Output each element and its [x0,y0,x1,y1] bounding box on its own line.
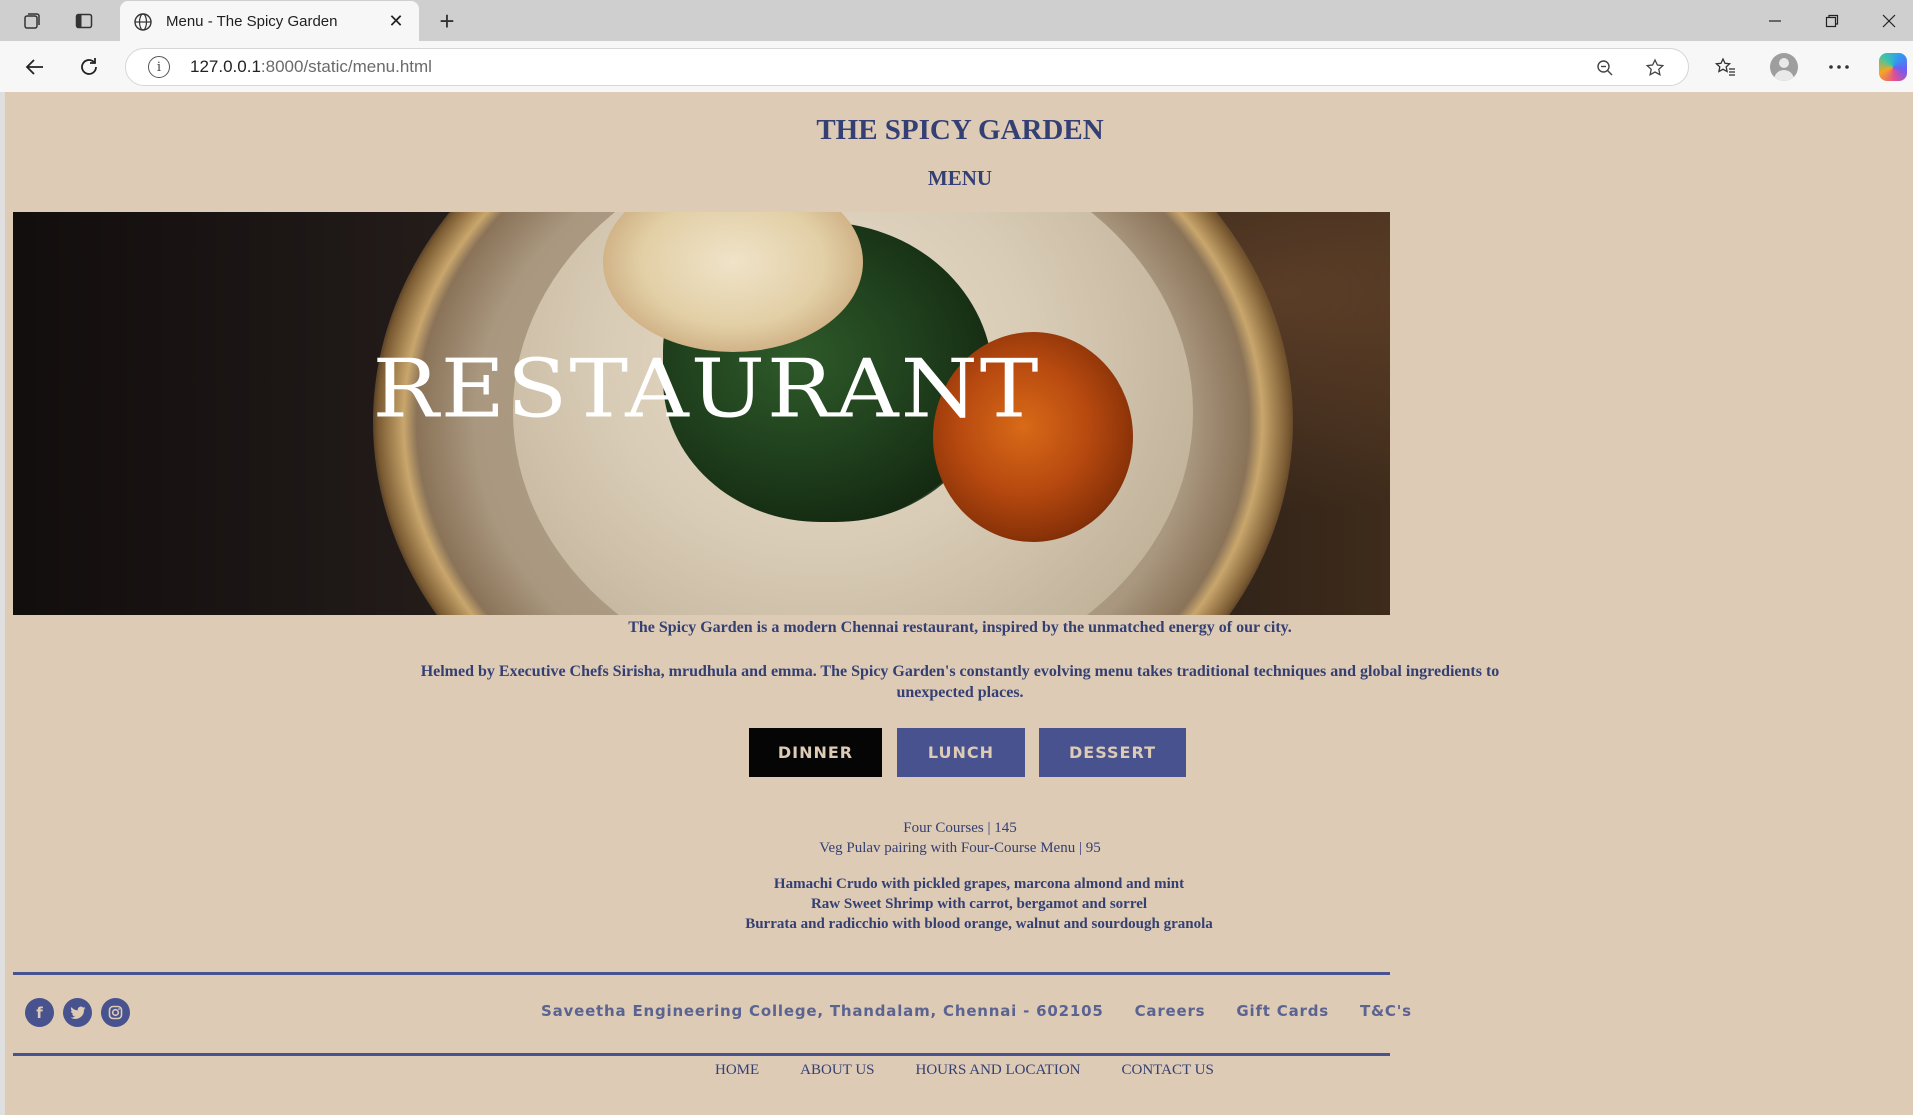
careers-link[interactable]: Careers [1135,1002,1206,1020]
favorite-star-icon[interactable] [1640,57,1670,79]
more-options-icon[interactable] [1822,51,1856,83]
terms-link[interactable]: T&C's [1360,1002,1412,1020]
url-host: 127.0.0.1 [190,57,261,76]
bottom-nav: HOME ABOUT US HOURS AND LOCATION CONTACT… [715,1062,1255,1079]
gift-cards-link[interactable]: Gift Cards [1236,1002,1329,1020]
nav-hours-link[interactable]: HOURS AND LOCATION [916,1062,1081,1079]
footer-divider-bottom [13,1053,1390,1056]
tagline: The Spicy Garden is a modern Chennai res… [628,619,1292,636]
active-tab[interactable]: Menu - The Spicy Garden ✕ [120,1,419,42]
dessert-button[interactable]: DESSERT [1039,728,1186,777]
footer-divider-top [13,972,1390,975]
workspaces-icon[interactable] [17,8,47,34]
course-line: Four Courses | 145 [903,820,1017,836]
course-line: Veg Pulav pairing with Four-Course Menu … [819,840,1101,856]
url-path: :8000/static/menu.html [260,57,432,76]
site-title: THE SPICY GARDEN [816,114,1104,146]
zoom-out-icon[interactable] [1590,57,1620,79]
favorites-icon[interactable] [1708,51,1742,83]
close-tab-icon[interactable]: ✕ [381,11,411,32]
nav-home-link[interactable]: HOME [715,1062,759,1079]
dinner-button[interactable]: DINNER [749,728,882,777]
lunch-button[interactable]: LUNCH [897,728,1025,777]
page-subtitle: MENU [927,166,993,190]
instagram-icon[interactable] [101,998,130,1027]
minimize-icon[interactable] [1752,6,1798,36]
nav-about-link[interactable]: ABOUT US [800,1062,874,1079]
new-tab-button[interactable]: + [432,6,462,36]
dish-item: Burrata and radicchio with blood orange,… [745,916,1213,932]
browser-tab-bar: Menu - The Spicy Garden ✕ + [0,0,1913,42]
close-window-icon[interactable] [1866,6,1912,36]
address-bar-row: i 127.0.0.1:8000/static/menu.html [0,41,1913,92]
site-info-icon[interactable]: i [148,56,170,78]
restore-icon[interactable] [1809,6,1855,36]
avatar-head [1779,58,1789,68]
dish-item: Raw Sweet Shrimp with carrot, bergamot a… [810,896,1148,912]
page-viewport: THE SPICY GARDEN MENU RESTAURANT The Spi… [5,92,1913,1115]
avatar-body [1774,70,1794,81]
copilot-icon[interactable] [1879,53,1907,81]
profile-avatar[interactable] [1770,53,1798,81]
dish-item: Hamachi Crudo with pickled grapes, marco… [773,876,1185,892]
course-pricing: Four Courses | 145 Veg Pulav pairing wit… [5,818,1913,858]
hero-title: RESTAURANT [372,341,1041,436]
footer-address: Saveetha Engineering College, Thandalam,… [541,1002,1104,1020]
url-text[interactable]: 127.0.0.1:8000/static/menu.html [190,57,1688,77]
hero-banner-image: RESTAURANT [13,212,1390,615]
vertical-tabs-icon[interactable] [69,8,99,34]
footer-links: Saveetha Engineering College, Thandalam,… [541,1002,1443,1020]
twitter-icon[interactable] [63,998,92,1027]
about-text: Helmed by Executive Chefs Sirisha, mrudh… [420,663,1500,701]
globe-icon [132,11,154,33]
nav-contact-link[interactable]: CONTACT US [1122,1062,1214,1079]
tab-title: Menu - The Spicy Garden [166,13,338,30]
facebook-icon[interactable]: f [25,998,54,1027]
dish-list: Hamachi Crudo with pickled grapes, marco… [5,874,1913,934]
refresh-icon[interactable] [72,51,106,83]
address-bar[interactable]: i 127.0.0.1:8000/static/menu.html [125,48,1689,86]
back-icon[interactable] [18,51,52,83]
